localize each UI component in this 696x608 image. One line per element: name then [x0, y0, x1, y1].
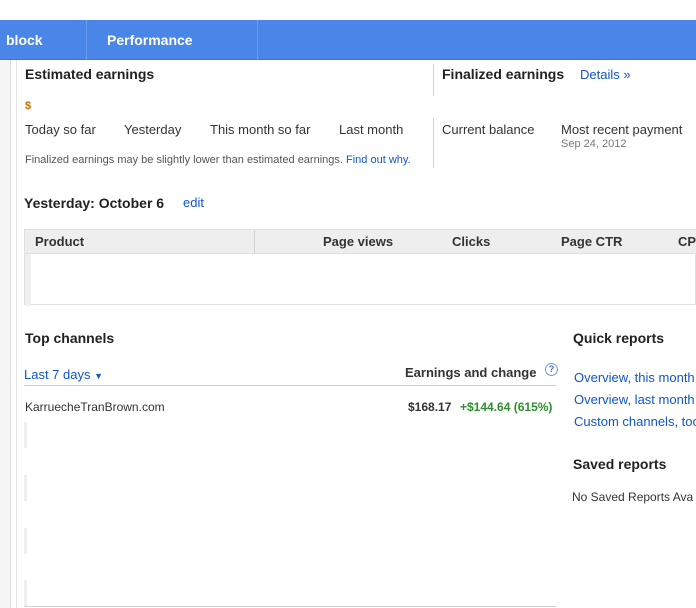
row-stub	[24, 580, 27, 606]
tab-performance-reports[interactable]: Performance reports	[87, 20, 258, 88]
left-sidebar-edge	[0, 60, 11, 608]
quick-report-link[interactable]: Overview, last month	[574, 392, 695, 407]
col-page-views[interactable]: Page views	[323, 234, 393, 249]
col-cpc[interactable]: CP	[678, 234, 696, 249]
row-stub	[24, 422, 27, 448]
channels-bottom-rule	[24, 606, 556, 607]
period-today: Today so far	[25, 122, 96, 137]
quick-report-link[interactable]: Overview, this month	[574, 370, 695, 385]
details-link[interactable]: Details »	[580, 67, 631, 82]
period-yesterday: Yesterday	[124, 122, 182, 137]
quick-report-link[interactable]: Custom channels, too	[574, 414, 696, 429]
left-divider	[16, 60, 17, 608]
recent-payment-date: Sep 24, 2012	[561, 138, 627, 150]
finalized-note: Finalized earnings may be slightly lower…	[25, 154, 411, 166]
edit-link[interactable]: edit	[183, 195, 204, 210]
row-stub	[24, 475, 27, 501]
earnings-change-header: Earnings and change	[405, 365, 537, 380]
finalized-earnings-title: Finalized earnings	[442, 66, 565, 82]
quick-reports-title: Quick reports	[573, 330, 665, 346]
top-navbar: block ads Performance reports	[0, 20, 696, 88]
divider-top	[433, 64, 434, 96]
date-range-dropdown[interactable]: Last 7 days ▼	[24, 367, 103, 382]
find-out-why-link[interactable]: Find out why.	[346, 154, 411, 166]
channels-header-rule	[24, 385, 556, 386]
table-header: Product Page views Clicks Page CTR CP	[25, 230, 696, 254]
saved-reports-empty: No Saved Reports Ava	[572, 490, 694, 504]
divider-bottom	[433, 118, 434, 168]
top-channels-title: Top channels	[25, 330, 115, 346]
row-stub	[24, 528, 27, 554]
help-icon[interactable]: ?	[545, 363, 558, 376]
saved-reports-title: Saved reports	[573, 456, 667, 472]
yesterday-title: Yesterday: October 6	[24, 195, 165, 211]
date-range-label: Last 7 days	[24, 367, 91, 382]
estimated-earnings-value: $	[25, 100, 32, 112]
caret-down-icon: ▼	[94, 371, 104, 381]
period-last-month: Last month	[339, 122, 404, 137]
current-balance-label: Current balance	[442, 122, 535, 137]
col-page-ctr[interactable]: Page CTR	[561, 234, 622, 249]
channel-name: KarruecheTranBrown.com	[25, 400, 165, 414]
tab-block-ads[interactable]: block ads	[0, 20, 87, 88]
performance-table: Product Page views Clicks Page CTR CP	[24, 229, 696, 306]
channel-change: +$144.64 (615%)	[460, 400, 553, 414]
col-product[interactable]: Product	[35, 234, 84, 249]
period-this-month: This month so far	[210, 122, 311, 137]
table-body-edge	[25, 254, 31, 306]
recent-payment-label: Most recent payment	[561, 122, 683, 137]
col-divider	[254, 230, 255, 254]
top-strip	[0, 0, 696, 20]
estimated-earnings-title: Estimated earnings	[25, 66, 155, 82]
finalized-note-text: Finalized earnings may be slightly lower…	[25, 154, 343, 166]
channel-earnings: $168.17	[408, 400, 452, 414]
col-clicks[interactable]: Clicks	[452, 234, 490, 249]
